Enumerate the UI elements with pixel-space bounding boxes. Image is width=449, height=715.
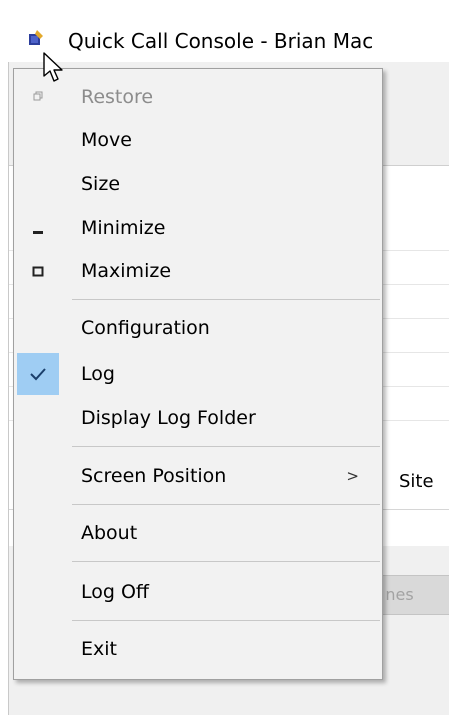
minimize-icon [33, 231, 43, 234]
menu-item-configuration[interactable]: Configuration [17, 307, 379, 349]
menu-separator [72, 504, 380, 505]
menu-item-screen-position[interactable]: Screen Position > [17, 455, 379, 497]
app-icon[interactable] [28, 30, 44, 46]
menu-item-size[interactable]: Size [17, 163, 379, 205]
menu-item-minimize[interactable]: Minimize [17, 207, 379, 249]
menu-item-about[interactable]: About [17, 512, 379, 554]
menu-separator [72, 561, 380, 562]
menu-item-maximize[interactable]: Maximize [17, 250, 379, 292]
menu-separator [72, 446, 380, 447]
menu-item-log[interactable]: Log [17, 353, 379, 395]
column-header-site[interactable]: Site [399, 471, 434, 492]
menu-separator [72, 299, 380, 300]
checkmark-icon [30, 368, 46, 381]
menu-item-exit[interactable]: Exit [17, 628, 379, 670]
menu-separator [72, 620, 380, 621]
menu-item-move[interactable]: Move [17, 119, 379, 161]
window-title: Quick Call Console - Brian Mac [68, 29, 374, 53]
menu-item-display-log-folder[interactable]: Display Log Folder [17, 397, 379, 439]
menu-item-log-off[interactable]: Log Off [17, 571, 379, 613]
mouse-cursor-icon [43, 52, 63, 82]
submenu-arrow-icon: > [346, 467, 359, 485]
system-menu: Restore Move Size Minimize Maximize Conf… [13, 68, 383, 680]
menu-item-restore[interactable]: Restore [17, 76, 379, 118]
maximize-icon [32, 266, 44, 277]
